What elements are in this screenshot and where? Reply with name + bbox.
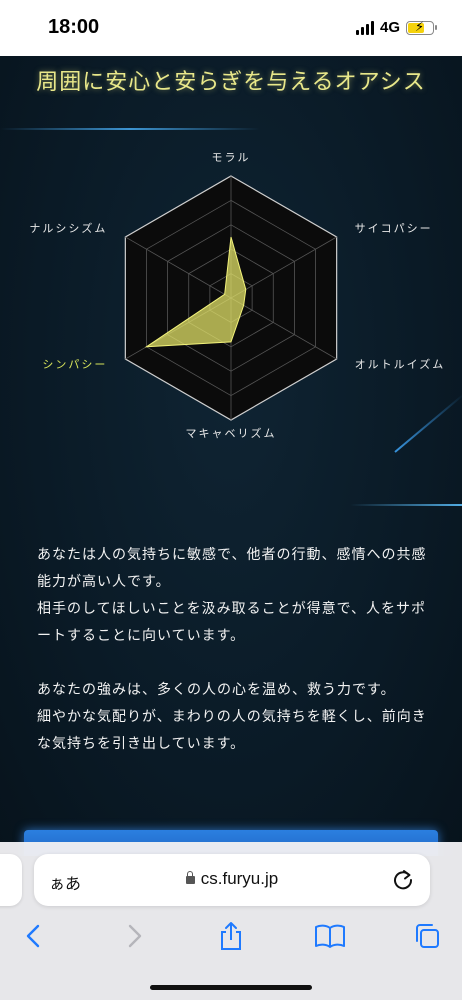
network-type: 4G bbox=[379, 19, 400, 36]
decorative-glow-line bbox=[0, 128, 260, 130]
forward-icon[interactable] bbox=[114, 918, 154, 954]
status-bar: 18:00 4G ⚡ bbox=[0, 0, 462, 56]
reload-icon[interactable] bbox=[390, 866, 416, 892]
previous-tab-preview[interactable] bbox=[0, 854, 22, 906]
radar-axis-label: シンパシー bbox=[42, 358, 108, 371]
page-title: 周囲に安心と安らぎを与えるオアシス bbox=[36, 70, 426, 95]
description-text: あなたは人の気持ちに敏感で、他者の行動、感情への共感能力が高い人です。 相手のし… bbox=[37, 542, 427, 758]
description-paragraph: あなたの強みは、多くの人の心を温め、救う力です。 bbox=[37, 682, 396, 698]
url-display[interactable]: cs.furyu.jp bbox=[34, 869, 430, 889]
status-time: 18:00 bbox=[48, 16, 100, 38]
radar-axis-label: マキャベリズム bbox=[185, 427, 277, 440]
lock-icon bbox=[185, 871, 195, 884]
bookmarks-icon[interactable] bbox=[310, 918, 350, 954]
share-icon[interactable] bbox=[211, 918, 251, 954]
signal-icon bbox=[355, 20, 374, 35]
status-indicators: 4G ⚡ bbox=[355, 19, 437, 36]
radar-chart: モラルサイコパシー オルトルイズムマキャベリズム シンパシー ナルシシズム bbox=[0, 146, 462, 486]
browser-toolbar: ぁあ cs.furyu.jp bbox=[0, 842, 462, 1000]
description-paragraph: あなたは人の気持ちに敏感で、他者の行動、感情への共感能力が高い人です。 bbox=[37, 547, 427, 590]
url-text: cs.furyu.jp bbox=[200, 869, 279, 888]
home-indicator bbox=[150, 985, 312, 990]
address-bar[interactable]: ぁあ cs.furyu.jp bbox=[34, 854, 430, 906]
navigation-toolbar bbox=[0, 918, 462, 958]
battery-charging-icon: ⚡ bbox=[406, 20, 437, 35]
decorative-glow-line bbox=[350, 504, 462, 506]
tabs-icon[interactable] bbox=[407, 918, 447, 954]
result-page: 周囲に安心と安らぎを与えるオアシス モラルサイコパシー オルトルイズムマキャベリズ… bbox=[0, 56, 462, 856]
radar-axis-label: ナルシシズム bbox=[29, 222, 108, 235]
radar-axis-label: サイコパシー bbox=[354, 222, 433, 235]
back-icon[interactable] bbox=[14, 918, 54, 954]
radar-axis-label: オルトルイズム bbox=[354, 358, 446, 371]
description-paragraph: 細やかな気配りが、まわりの人の気持ちを軽くし、前向きな気持ちを引き出しています。 bbox=[37, 709, 427, 752]
radar-axis-label: モラル bbox=[211, 151, 251, 164]
description-paragraph: 相手のしてほしいことを汲み取ることが得意で、人をサポートすることに向いています。 bbox=[37, 601, 427, 644]
